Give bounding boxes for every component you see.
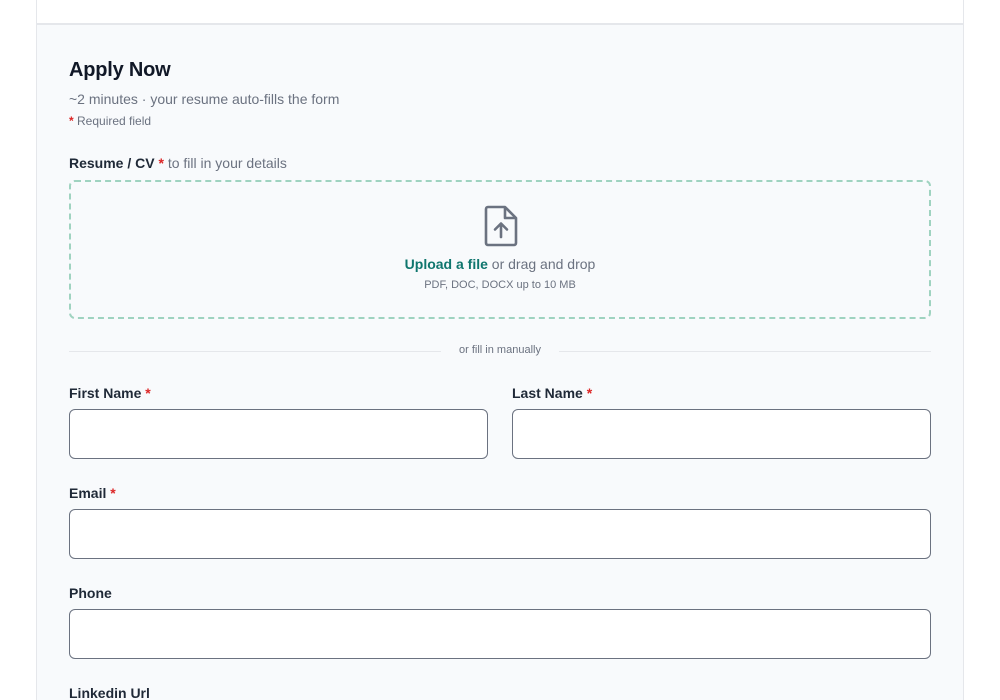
file-limits: PDF, DOC, DOCX up to 10 MB [424, 279, 576, 291]
upload-file-link[interactable]: Upload a file [405, 256, 488, 272]
manual-fill-divider: or fill in manually [69, 343, 931, 361]
resume-hint: to fill in your details [167, 155, 287, 171]
upload-instructions: Upload a file or drag and drop [71, 256, 929, 272]
resume-label: Resume / CV * to fill in your details [69, 155, 287, 171]
last-name-label: Last Name * [512, 385, 592, 401]
form-subtitle: ~2 minutes · your resume auto-fills the … [69, 91, 340, 107]
page: Apply Now ~2 minutes · your resume auto-… [0, 0, 1000, 700]
phone-input[interactable] [69, 609, 931, 659]
required-field-note: * Required field [69, 114, 151, 128]
divider-line-left [69, 351, 441, 352]
required-asterisk: * [158, 155, 164, 171]
required-asterisk: * [145, 385, 151, 401]
form-title: Apply Now [69, 59, 171, 81]
divider-line-right [559, 351, 931, 352]
phone-label: Phone [69, 585, 112, 601]
linkedin-url-label-text: Linkedin Url [69, 685, 150, 700]
first-name-input[interactable] [69, 409, 488, 459]
linkedin-url-label: Linkedin Url [69, 685, 150, 700]
required-asterisk: * [69, 114, 74, 128]
first-name-label-text: First Name [69, 385, 142, 401]
email-label: Email * [69, 485, 116, 501]
divider-text: or fill in manually [459, 344, 541, 356]
application-form: Apply Now ~2 minutes · your resume auto-… [36, 24, 964, 700]
file-upload-icon [483, 204, 519, 248]
last-name-label-text: Last Name [512, 385, 583, 401]
required-asterisk: * [110, 485, 116, 501]
resume-label-text: Resume / CV [69, 155, 155, 171]
required-asterisk: * [586, 385, 593, 401]
drag-drop-text: or drag and drop [487, 256, 596, 272]
resume-dropzone[interactable]: Upload a file or drag and drop PDF, DOC,… [69, 180, 931, 319]
phone-label-text: Phone [69, 585, 112, 601]
email-label-text: Email [69, 485, 107, 501]
previous-section-card [36, 0, 964, 24]
first-name-label: First Name * [69, 385, 151, 401]
required-note-text: Required field [77, 114, 152, 128]
last-name-input[interactable] [512, 409, 931, 459]
email-input[interactable] [69, 509, 931, 559]
